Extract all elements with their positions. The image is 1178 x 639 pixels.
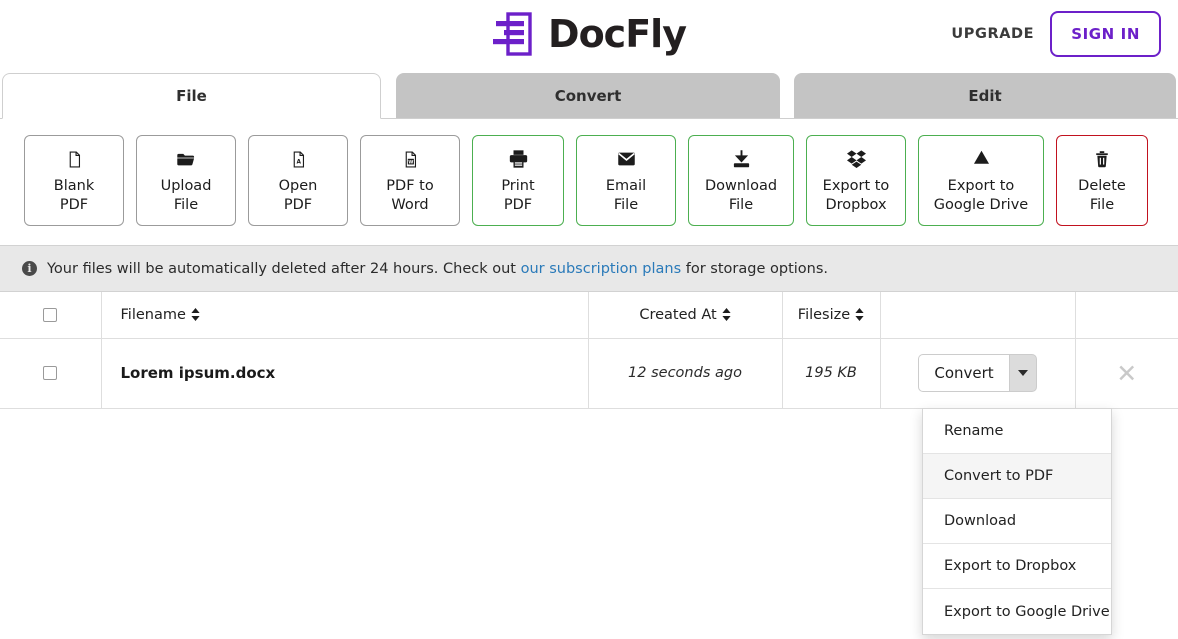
toolbar-button-label: Print PDF: [501, 178, 535, 214]
google-drive-icon: [972, 148, 991, 170]
toolbar-button-label: Email File: [605, 178, 647, 214]
header-filename-label: Filename: [120, 306, 186, 323]
table-header-row: Filename Created At Filesize: [0, 292, 1178, 339]
header-remove: [1075, 292, 1178, 339]
toolbar-button-label: Export to Google Drive: [933, 178, 1029, 214]
header-filesize-label: Filesize: [797, 306, 851, 323]
dropbox-icon: [846, 148, 867, 170]
toolbar-button-label: Upload File: [160, 178, 212, 214]
tab-bar: File Convert Edit: [0, 73, 1178, 119]
file-table-body: Lorem ipsum.docx 12 seconds ago 195 KB C…: [0, 338, 1178, 409]
toolbar-button-label: Blank PDF: [53, 178, 95, 214]
table-row: Lorem ipsum.docx 12 seconds ago 195 KB C…: [0, 338, 1178, 409]
printer-icon: [508, 148, 529, 170]
word-file-icon: W: [402, 148, 419, 170]
download-icon: [732, 148, 751, 170]
toolbar-button-pdf-to-word[interactable]: W PDF to Word: [360, 135, 460, 227]
file-toolbar: Blank PDF Upload File A Open PDF W PDF to Wor…: [0, 119, 1178, 227]
dropdown-item-export-to-dropbox[interactable]: Export to Dropbox: [923, 544, 1111, 589]
info-icon: i: [22, 261, 37, 276]
tab-convert[interactable]: Convert: [396, 73, 780, 119]
toolbar-button-label: PDF to Word: [386, 178, 434, 214]
toolbar-button-print-pdf[interactable]: Print PDF: [472, 135, 564, 227]
toolbar-button-export-to-dropbox[interactable]: Export to Dropbox: [806, 135, 906, 227]
dropdown-item-rename[interactable]: Rename: [923, 409, 1111, 454]
pdf-file-icon: A: [290, 148, 307, 170]
subscription-plans-link[interactable]: our subscription plans: [521, 261, 682, 277]
toolbar-button-label: Export to Dropbox: [822, 178, 890, 214]
select-all-checkbox[interactable]: [43, 307, 58, 322]
blank-file-icon: [66, 148, 83, 170]
open-folder-icon: [175, 148, 197, 170]
convert-dropdown-menu: Rename Convert to PDF Download Export to Dr…: [922, 408, 1112, 635]
page-header: DocFly UPGRADE SIGN IN: [0, 0, 1178, 67]
header-created-at-label: Created At: [639, 306, 717, 323]
close-icon[interactable]: ✕: [1116, 361, 1137, 386]
dropdown-item-export-to-google-drive[interactable]: Export to Google Drive: [923, 589, 1111, 634]
header-created-at[interactable]: Created At: [588, 292, 783, 339]
chevron-down-icon: [1017, 370, 1028, 376]
sort-icon[interactable]: [191, 308, 200, 322]
toolbar-button-blank-pdf[interactable]: Blank PDF: [24, 135, 124, 227]
toolbar-button-delete-file[interactable]: Delete File: [1056, 135, 1148, 227]
row-remove-cell: ✕: [1075, 338, 1178, 409]
toolbar-button-export-to-google-drive[interactable]: Export to Google Drive: [918, 135, 1044, 227]
convert-dropdown-toggle[interactable]: [1008, 354, 1037, 392]
svg-text:A: A: [296, 159, 301, 165]
header-select-all: [0, 292, 102, 339]
toolbar-button-label: Open PDF: [278, 178, 318, 214]
file-name[interactable]: Lorem ipsum.docx: [102, 364, 588, 382]
row-select-cell: [0, 338, 102, 409]
row-action-cell: Convert: [880, 338, 1076, 409]
sign-in-button[interactable]: SIGN IN: [1050, 10, 1161, 57]
row-checkbox[interactable]: [43, 366, 58, 380]
notice-text-before: Your files will be automatically deleted…: [47, 260, 521, 277]
header-actions: [880, 292, 1076, 339]
upgrade-link[interactable]: UPGRADE: [951, 26, 1034, 42]
tab-file[interactable]: File: [2, 73, 381, 119]
sort-icon[interactable]: [722, 308, 731, 322]
svg-text:W: W: [408, 159, 413, 165]
envelope-icon: [616, 148, 637, 170]
dropdown-item-convert-to-pdf[interactable]: Convert to PDF: [923, 454, 1111, 499]
header-actions: UPGRADE SIGN IN: [951, 0, 1161, 67]
toolbar-button-label: Download File: [704, 178, 778, 214]
file-created-at: 12 seconds ago: [628, 365, 742, 381]
sort-icon[interactable]: [855, 308, 864, 322]
row-filesize-cell: 195 KB: [782, 338, 881, 409]
notice-text-after: for storage options.: [681, 260, 829, 277]
toolbar-button-email-file[interactable]: Email File: [576, 135, 676, 227]
brand-name: DocFly: [548, 11, 687, 56]
toolbar-button-upload-file[interactable]: Upload File: [136, 135, 236, 227]
docfly-logo-icon: [493, 11, 532, 56]
file-size: 195 KB: [805, 365, 857, 381]
header-filename[interactable]: Filename: [101, 292, 589, 339]
row-filename-cell: Lorem ipsum.docx: [101, 338, 589, 409]
file-tab-panel: Blank PDF Upload File A Open PDF W PDF to Wor…: [0, 118, 1178, 245]
file-table-header: Filename Created At Filesize: [0, 292, 1178, 339]
toolbar-button-label: Delete File: [1078, 178, 1126, 214]
toolbar-button-open-pdf[interactable]: A Open PDF: [248, 135, 348, 227]
retention-notice: i Your files will be automatically delet…: [0, 245, 1178, 292]
dropdown-item-download[interactable]: Download: [923, 499, 1111, 544]
trash-icon: [1093, 148, 1111, 170]
tab-edit[interactable]: Edit: [794, 73, 1176, 119]
retention-notice-text: Your files will be automatically deleted…: [47, 261, 828, 277]
convert-button[interactable]: Convert: [918, 354, 1009, 392]
convert-split-button: Convert: [918, 354, 1037, 392]
docfly-app: DocFly UPGRADE SIGN IN File Convert Edit…: [0, 0, 1178, 639]
row-created-at-cell: 12 seconds ago: [588, 338, 783, 409]
toolbar-button-download-file[interactable]: Download File: [688, 135, 794, 227]
file-table: Filename Created At Filesize Lorem ipsum…: [0, 292, 1178, 409]
header-filesize[interactable]: Filesize: [782, 292, 881, 339]
